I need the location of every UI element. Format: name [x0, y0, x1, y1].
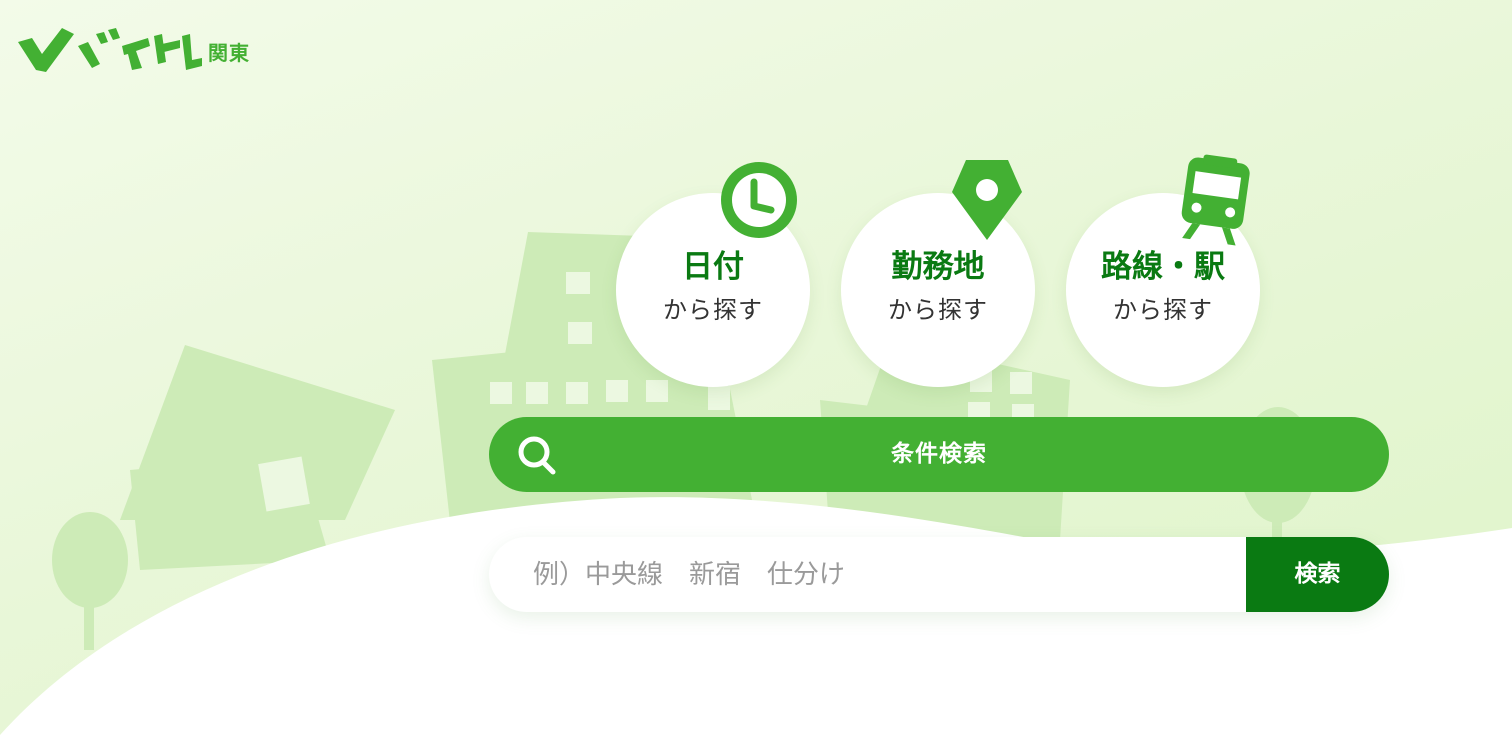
map-pin-icon [952, 160, 1022, 240]
hero-section: 関東 日付 から探す 勤務地 から探す 路線・駅 から探す 条件検索 例）中央線… [0, 0, 1512, 755]
keyword-search-input[interactable] [489, 537, 1246, 612]
category-title: 勤務地 [891, 249, 985, 285]
baitoru-logo-icon [18, 28, 202, 72]
category-subtitle: から探す [1113, 296, 1213, 324]
category-title: 路線・駅 [1101, 249, 1225, 285]
clock-icon [721, 162, 797, 238]
site-logo[interactable]: 関東 [18, 24, 250, 74]
town-illustration [0, 232, 1512, 755]
category-title: 日付 [682, 249, 744, 285]
region-label: 関東 [208, 41, 250, 65]
keyword-search-box: 検索 [489, 537, 1389, 612]
category-subtitle: から探す [888, 296, 988, 324]
category-subtitle: から探す [663, 296, 763, 324]
condition-search-button[interactable]: 条件検索 [489, 417, 1389, 492]
condition-search-label: 条件検索 [891, 441, 987, 467]
search-button[interactable]: 検索 [1246, 537, 1389, 612]
train-icon [1181, 154, 1250, 246]
